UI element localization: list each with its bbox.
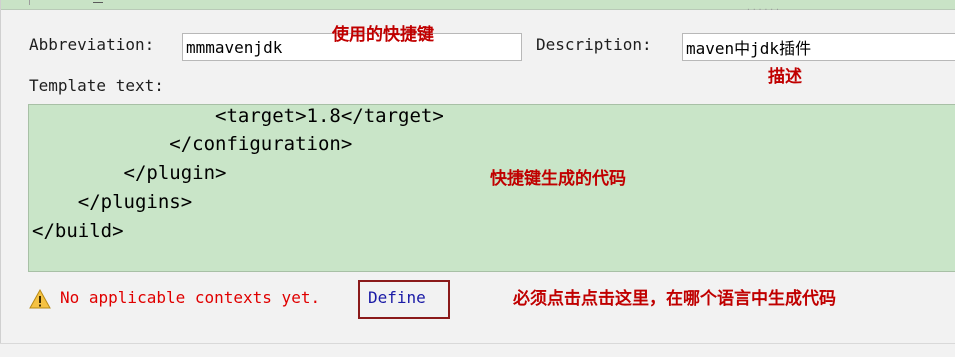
template-annotation: 快捷键生成的代码 xyxy=(490,169,626,189)
template-text-label: Template text: xyxy=(29,76,164,95)
tree-connector xyxy=(93,0,103,3)
code-line: </build> xyxy=(32,220,124,242)
tree-guide-line xyxy=(29,0,44,5)
no-contexts-warning: No applicable contexts yet. xyxy=(60,288,321,307)
previous-template-row: ······ xyxy=(1,0,955,14)
define-annotation: 必须点击点击这里，在哪个语言中生成代码 xyxy=(513,289,836,309)
panel-bottom-border xyxy=(0,343,955,344)
live-template-panel: ······ Abbreviation: Description: Templa… xyxy=(0,0,955,343)
description-input[interactable] xyxy=(682,33,955,61)
description-label: Description: xyxy=(536,35,652,54)
warning-triangle-icon xyxy=(29,289,51,309)
code-line: </configuration> xyxy=(32,133,353,155)
abbreviation-label: Abbreviation: xyxy=(29,35,155,54)
define-contexts-link[interactable]: Define xyxy=(368,288,426,308)
abbreviation-annotation: 使用的快捷键 xyxy=(332,25,434,45)
code-line: </plugins> xyxy=(32,191,193,213)
resize-handle[interactable]: ······ xyxy=(746,6,780,14)
code-line: </plugin> xyxy=(32,162,227,184)
code-line: <target>1.8</target> xyxy=(32,105,444,127)
description-annotation: 描述 xyxy=(768,67,802,87)
